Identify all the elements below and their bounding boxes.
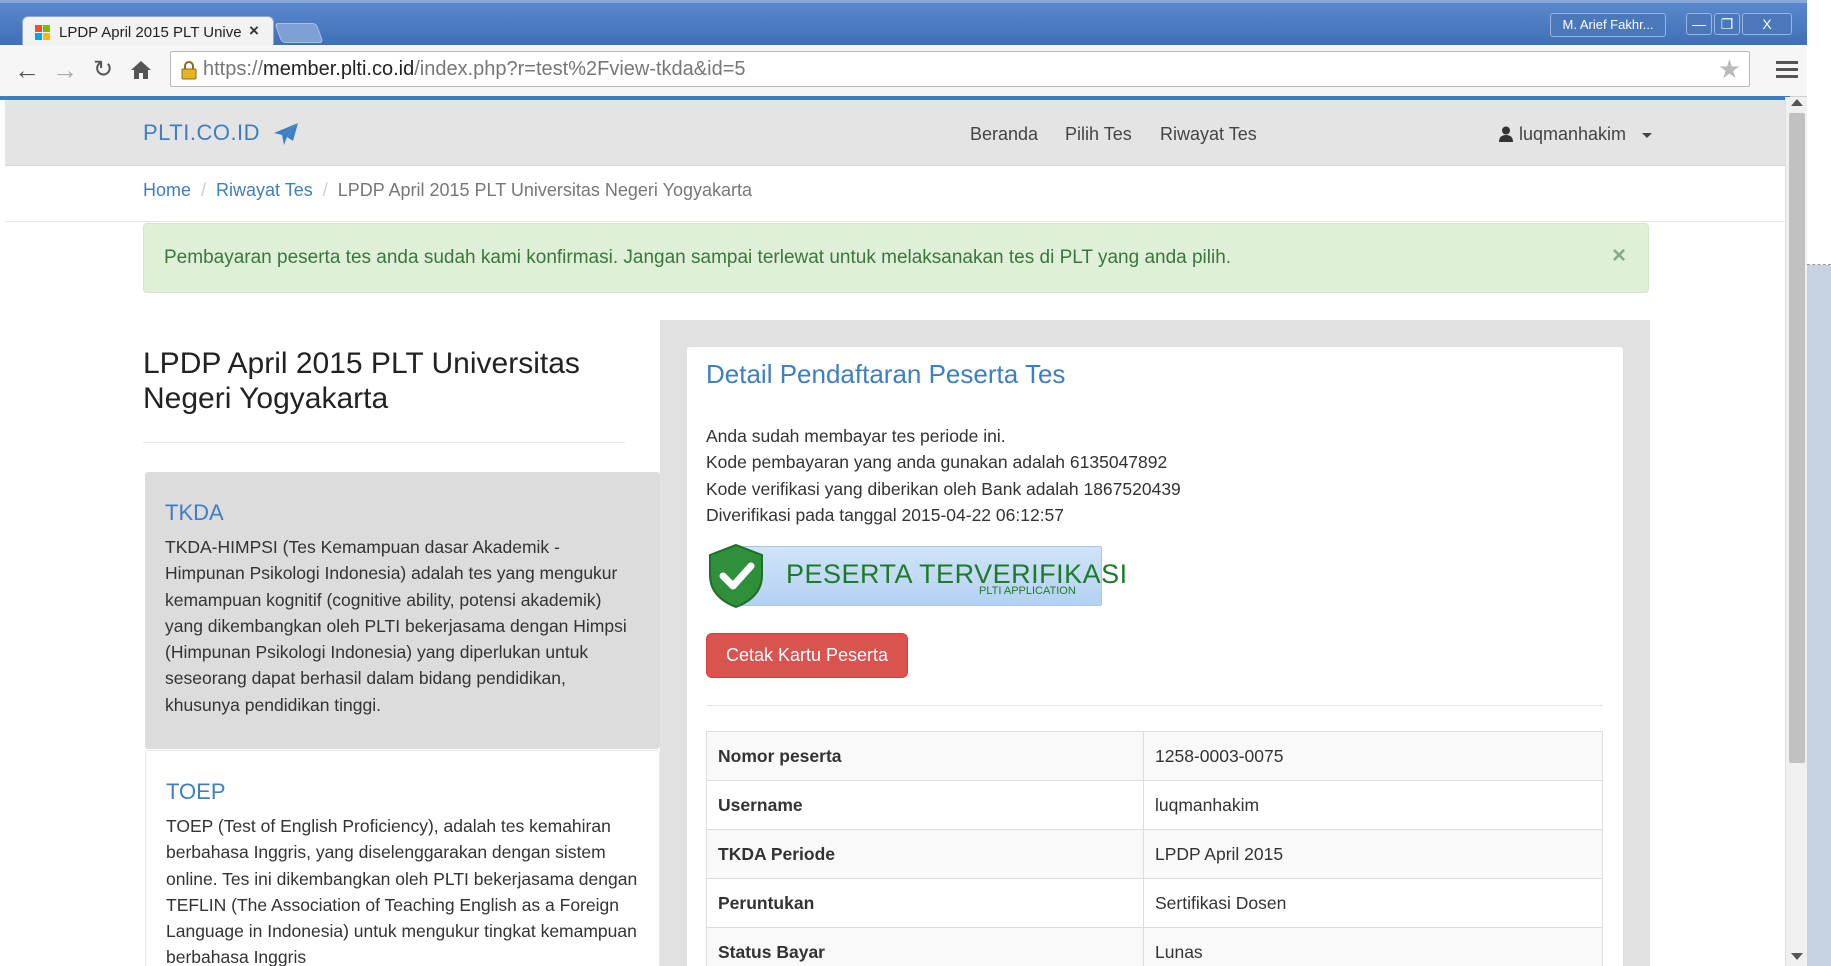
row-key: Username [706, 780, 1144, 830]
browser-tab[interactable]: LPDP April 2015 PLT Universitas Negeri Y… [22, 16, 274, 48]
row-key: Peruntukan [706, 878, 1144, 928]
tkda-description: TKDA-HIMPSI (Tes Kemampuan dasar Akademi… [165, 537, 627, 715]
lock-icon [179, 60, 199, 80]
info-line: Kode verifikasi yang diberikan oleh Bank… [706, 478, 1181, 499]
forward-icon[interactable]: → [50, 55, 80, 85]
site-navbar: PLTI.CO.ID Beranda Pilih Tes Riwayat Tes… [5, 100, 1785, 166]
table-row: Username luqmanhakim [706, 780, 1603, 830]
row-value: 1258-0003-0075 [1143, 731, 1603, 781]
row-value: Sertifikasi Dosen [1143, 878, 1603, 928]
star-icon[interactable]: ★ [1718, 54, 1741, 85]
row-key: Nomor peserta [706, 731, 1144, 781]
brand-link[interactable]: PLTI.CO.ID [143, 120, 260, 146]
breadcrumb: Home / Riwayat Tes / LPDP April 2015 PLT Uni… [143, 180, 752, 201]
toep-panel: TOEP TOEP (Test of English Proficiency),… [145, 750, 660, 966]
tab-close-icon[interactable]: × [249, 21, 259, 41]
breadcrumb-riwayat[interactable]: Riwayat Tes [216, 180, 313, 200]
address-bar[interactable]: https://member.plti.co.id/index.php?r=te… [170, 51, 1750, 87]
home-icon[interactable] [126, 55, 156, 85]
toep-heading[interactable]: TOEP [166, 779, 226, 805]
row-key: TKDA Periode [706, 829, 1144, 879]
browser-chrome: LPDP April 2015 PLT Universitas Negeri Y… [0, 0, 1831, 100]
badge-subtitle: PLTI APPLICATION [979, 585, 1076, 597]
scroll-thumb[interactable] [1789, 113, 1805, 763]
tkda-heading[interactable]: TKDA [165, 500, 224, 526]
favicon-icon [35, 25, 51, 41]
table-row: Status Bayar Lunas [706, 927, 1603, 966]
info-line: Diverifikasi pada tanggal 2015-04-22 06:… [706, 504, 1065, 525]
divider [143, 442, 625, 443]
vertical-scrollbar[interactable] [1785, 97, 1807, 966]
success-alert: Pembayaran peserta tes anda sudah kami k… [143, 223, 1649, 293]
breadcrumb-separator: / [322, 180, 328, 200]
toep-description: TOEP (Test of English Proficiency), adal… [166, 816, 638, 966]
scroll-up-icon[interactable] [1791, 99, 1803, 106]
url-text: https://member.plti.co.id/index.php?r=te… [203, 58, 746, 80]
nav-riwayat-tes[interactable]: Riwayat Tes [1160, 124, 1257, 145]
scroll-down-icon[interactable] [1791, 953, 1803, 960]
divider [5, 221, 1785, 222]
profile-badge[interactable]: M. Arief Fakhr... [1550, 13, 1666, 37]
restore-button[interactable]: ❐ [1714, 13, 1740, 35]
reload-icon[interactable]: ↻ [88, 55, 118, 85]
browser-toolbar: ← → ↻ https://member.plti.co.id/index.ph… [0, 45, 1831, 97]
row-value: LPDP April 2015 [1143, 829, 1603, 879]
close-icon[interactable]: × [1612, 242, 1626, 270]
back-icon[interactable]: ← [12, 55, 42, 85]
alert-message: Pembayaran peserta tes anda sudah kami k… [164, 247, 1232, 268]
breadcrumb-separator: / [201, 180, 207, 200]
table-row: Nomor peserta 1258-0003-0075 [706, 731, 1603, 781]
row-value: luqmanhakim [1143, 780, 1603, 830]
desktop-background-top [1807, 0, 1831, 265]
card-title: Detail Pendaftaran Peserta Tes [706, 359, 1066, 389]
window-close-button[interactable]: X [1742, 13, 1792, 35]
info-line: Kode pembayaran yang anda gunakan adalah… [706, 452, 1168, 473]
nav-pilih-tes[interactable]: Pilih Tes [1065, 124, 1132, 145]
nav-user-dropdown[interactable]: luqmanhakim [1519, 124, 1626, 145]
menu-icon[interactable] [1776, 57, 1798, 82]
page-viewport: PLTI.CO.ID Beranda Pilih Tes Riwayat Tes… [5, 100, 1785, 966]
print-card-button[interactable]: Cetak Kartu Peserta [706, 633, 908, 678]
info-line: Anda sudah membayar tes periode ini. [706, 426, 1006, 446]
paper-plane-icon [273, 122, 299, 146]
table-row: Peruntukan Sertifikasi Dosen [706, 878, 1603, 928]
new-tab-button[interactable] [274, 23, 324, 43]
minimize-button[interactable]: — [1686, 13, 1712, 35]
breadcrumb-home[interactable]: Home [143, 180, 191, 200]
payment-info: Anda sudah membayar tes periode ini. Kod… [706, 423, 1181, 528]
participant-details-table: Nomor peserta 1258-0003-0075 Username luqm… [706, 731, 1603, 966]
chevron-down-icon [1642, 133, 1652, 138]
user-icon [1499, 126, 1513, 142]
table-row: TKDA Periode LPDP April 2015 [706, 829, 1603, 879]
row-key: Status Bayar [706, 927, 1144, 966]
shield-check-icon [706, 543, 766, 609]
row-value: Lunas [1143, 927, 1603, 966]
breadcrumb-current: LPDP April 2015 PLT Universitas Negeri Y… [337, 180, 753, 200]
page-title: LPDP April 2015 PLT Universitas Negeri Y… [143, 347, 580, 415]
nav-beranda[interactable]: Beranda [970, 124, 1038, 145]
badge-title: PESERTA TERVERIFIKASI [786, 559, 1128, 589]
divider [706, 705, 1603, 706]
tkda-panel: TKDA TKDA-HIMPSI (Tes Kemampuan dasar Ak… [145, 472, 660, 749]
tab-title: LPDP April 2015 PLT Universitas Negeri Y… [59, 24, 241, 41]
window-titlebar: LPDP April 2015 PLT Universitas Negeri Y… [0, 0, 1831, 48]
detail-card: Detail Pendaftaran Peserta Tes Anda suda… [687, 347, 1623, 966]
verified-badge: PESERTA TERVERIFIKASI PLTI APPLICATION [706, 543, 1127, 609]
